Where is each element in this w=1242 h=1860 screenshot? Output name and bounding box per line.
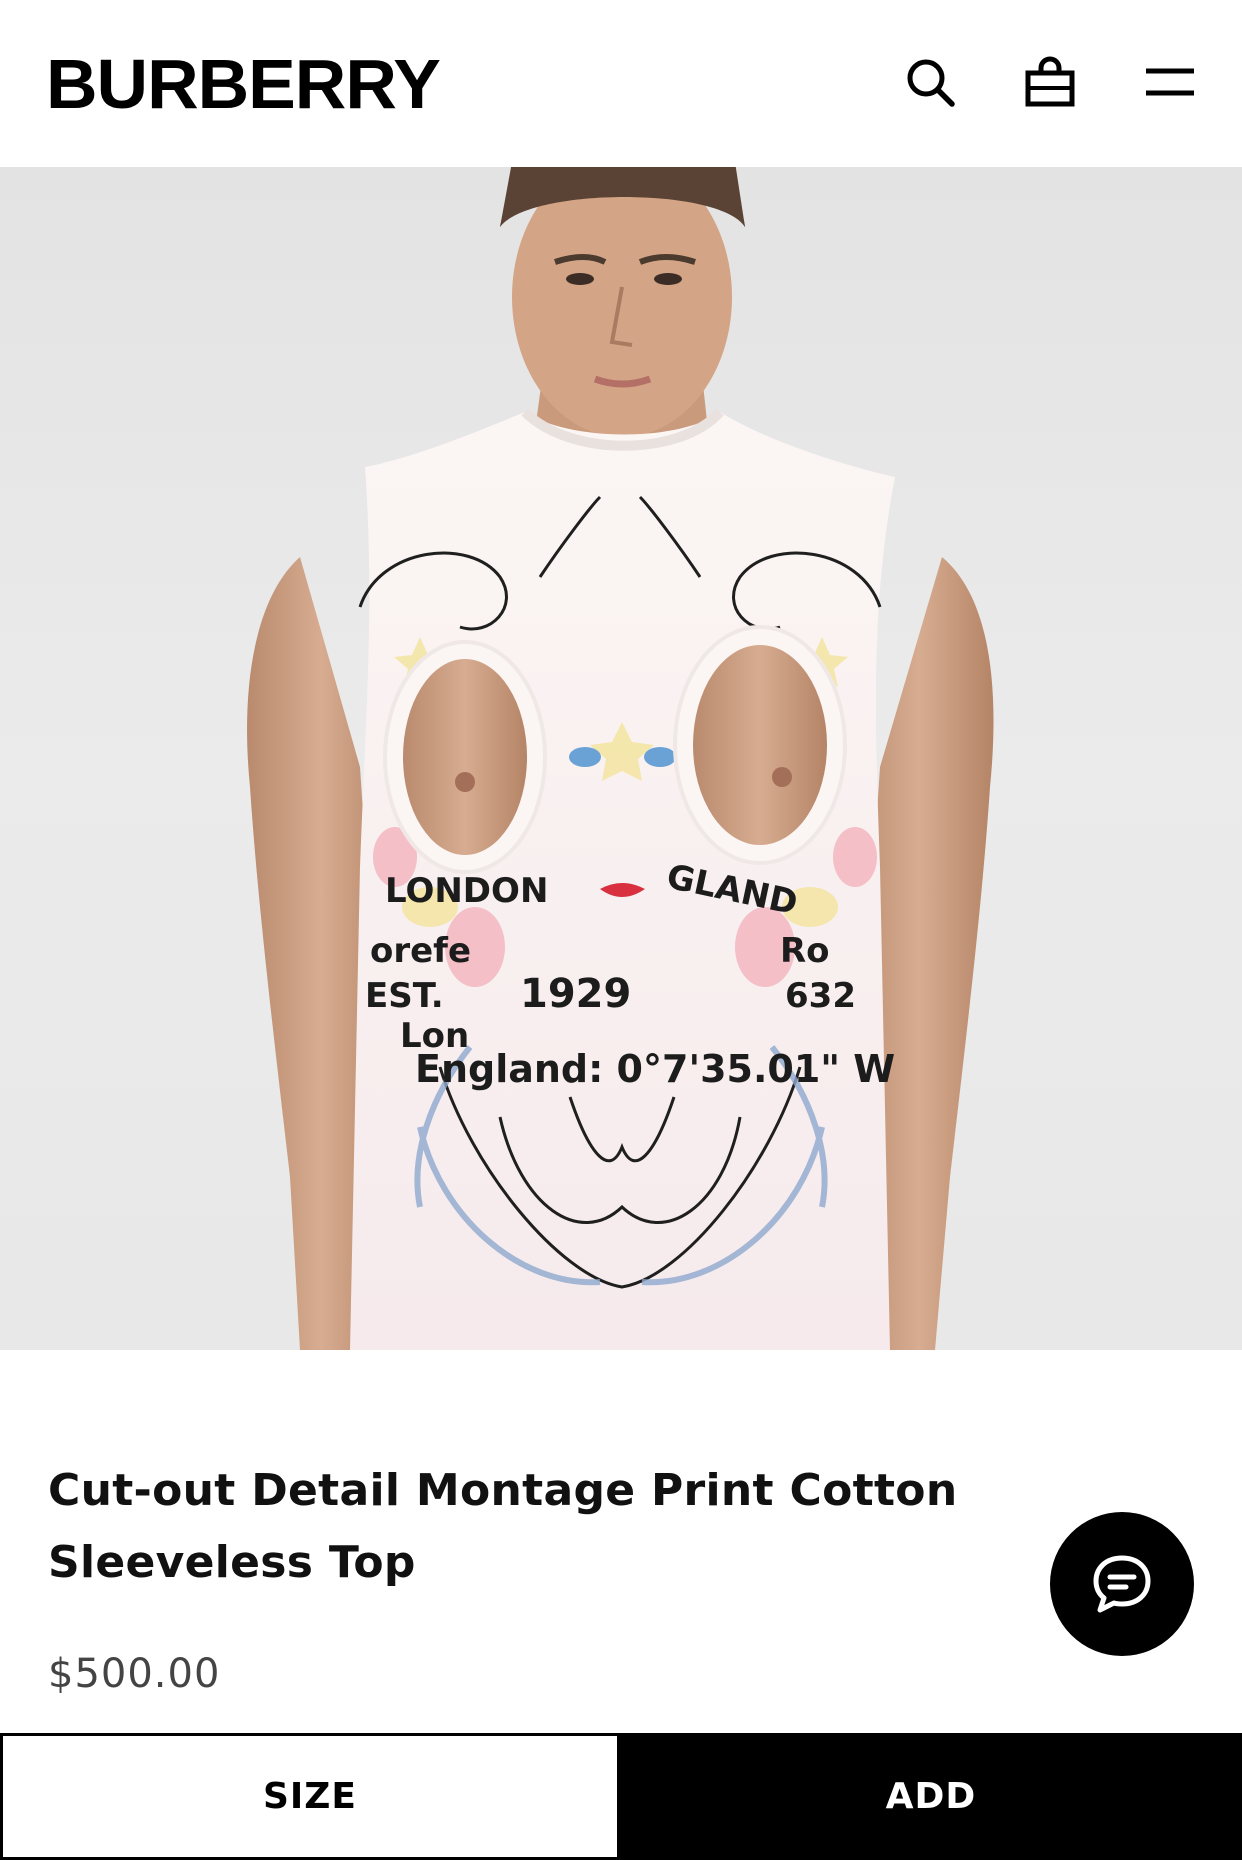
menu-button[interactable] bbox=[1138, 50, 1202, 114]
product-photo-illustration: GLAND LONDON orefe Ro EST. 1929 632 Lon … bbox=[247, 167, 994, 1350]
bag-icon bbox=[1025, 56, 1075, 107]
svg-text:orefe: orefe bbox=[370, 931, 471, 971]
product-image[interactable]: GLAND LONDON orefe Ro EST. 1929 632 Lon … bbox=[0, 167, 1242, 1350]
site-header: BURBERRY bbox=[0, 0, 1242, 167]
add-to-bag-button[interactable]: ADD bbox=[620, 1733, 1242, 1860]
svg-text:LONDON: LONDON bbox=[385, 871, 548, 911]
chat-icon bbox=[1093, 1555, 1151, 1613]
menu-icon bbox=[1146, 68, 1194, 96]
svg-text:Ro: Ro bbox=[780, 931, 830, 971]
brand-logo[interactable]: BURBERRY bbox=[46, 44, 441, 124]
svg-text:1929: 1929 bbox=[520, 971, 631, 1017]
search-button[interactable] bbox=[898, 50, 962, 114]
product-price: $500.00 bbox=[48, 1651, 221, 1697]
action-bar: SIZE ADD bbox=[0, 1733, 1242, 1860]
svg-text:EST.: EST. bbox=[365, 976, 444, 1016]
search-icon bbox=[907, 59, 955, 107]
svg-text:632: 632 bbox=[785, 976, 856, 1016]
product-title: Cut-out Detail Montage Print Cotton Slee… bbox=[48, 1465, 958, 1588]
shopping-bag-button[interactable] bbox=[1018, 50, 1082, 114]
size-button[interactable]: SIZE bbox=[0, 1733, 620, 1860]
svg-text:England: 0°7'35.01" W: England: 0°7'35.01" W bbox=[415, 1047, 895, 1091]
chat-button[interactable] bbox=[1050, 1512, 1194, 1656]
